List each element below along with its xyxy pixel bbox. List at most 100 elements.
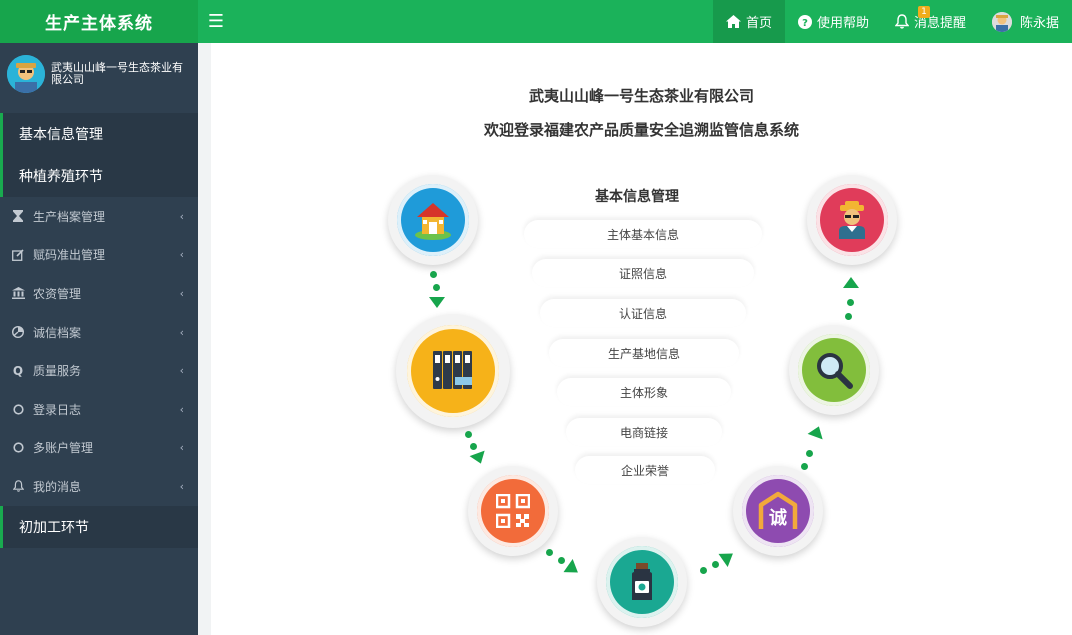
- flow-dot: [433, 284, 440, 291]
- bottle-icon: [606, 546, 678, 618]
- menu-item-label: 主体基本信息: [606, 227, 679, 242]
- flow-dot: [700, 567, 707, 574]
- sidebar-item-production-archive[interactable]: 生产档案管理 ‹: [0, 197, 198, 236]
- nav-help-label: 使用帮助: [816, 16, 869, 31]
- app-title: 生产主体系统: [0, 0, 198, 43]
- chevron-left-icon: ‹: [179, 248, 184, 262]
- binder-icon: [407, 325, 499, 417]
- menu-item-ecommerce[interactable]: 电商链接: [566, 418, 722, 446]
- nav-messages[interactable]: 消息提醒 1: [882, 0, 979, 43]
- flow-dot: [806, 450, 813, 457]
- menu-item-label: 主体形象: [619, 385, 668, 400]
- chevron-left-icon: ‹: [179, 479, 184, 493]
- section-processing[interactable]: 初加工环节: [0, 505, 198, 548]
- nav-home-label: 首页: [745, 16, 772, 31]
- farmer-icon: [816, 184, 888, 256]
- company-title: 武夷山山峰一号生态茶业有限公司: [528, 87, 754, 105]
- nav-help[interactable]: ? 使用帮助: [785, 0, 882, 43]
- hourglass-icon: [11, 210, 25, 223]
- flow-dot: [845, 313, 852, 320]
- question-icon: ?: [797, 14, 812, 29]
- chevron-left-icon: ‹: [179, 209, 184, 223]
- sidebar-item-label: 多账户管理: [33, 441, 94, 456]
- flow-dot: [847, 299, 854, 306]
- bell-icon: [894, 14, 909, 29]
- chevron-left-icon: ‹: [179, 286, 184, 300]
- nav-home[interactable]: 首页: [712, 0, 785, 43]
- integrity-icon: 诚: [742, 475, 814, 547]
- chevron-left-icon: ‹: [179, 441, 184, 455]
- arrow-right-icon: [563, 559, 583, 579]
- chevron-left-icon: ‹: [179, 402, 184, 416]
- sidebar-item-agri-supplies[interactable]: 农资管理 ‹: [0, 274, 198, 313]
- circle-subject[interactable]: [807, 175, 897, 265]
- integrity-char: 诚: [769, 508, 787, 529]
- flow-dot: [558, 557, 565, 564]
- home-icon: [725, 15, 741, 28]
- menu-item-license[interactable]: 证照信息: [532, 259, 754, 287]
- hamburger-icon[interactable]: ☰: [198, 0, 234, 43]
- sidebar-item-integrity[interactable]: 诚信档案 ‹: [0, 313, 198, 352]
- flow-dot: [712, 561, 719, 568]
- magnifier-icon: [798, 334, 870, 406]
- flow-dot: [430, 271, 437, 278]
- sidebar-item-label: 农资管理: [33, 286, 82, 301]
- menu-item-certification[interactable]: 认证信息: [540, 299, 746, 327]
- flow-dot: [470, 443, 477, 450]
- flow-dot: [801, 463, 808, 470]
- welcome-title: 欢迎登录福建农产品质量安全追溯监管信息系统: [483, 121, 799, 139]
- house-icon: [397, 184, 469, 256]
- menu-item-label: 证照信息: [618, 266, 667, 281]
- sidebar-item-quality[interactable]: Q 质量服务 ‹: [0, 351, 198, 390]
- arrow-down-icon: [429, 297, 445, 308]
- user-menu[interactable]: 陈永据: [979, 0, 1072, 43]
- qrcode-icon: [477, 475, 549, 547]
- sidebar-profile: 武夷山山峰一号生态茶业有限公司: [0, 43, 198, 105]
- top-navbar: ☰ 首页 ? 使用帮助 消息提醒 1 陈永据: [198, 0, 1072, 43]
- flow-dot: [465, 431, 472, 438]
- circle-quality[interactable]: [789, 325, 879, 415]
- circle-archive[interactable]: [396, 314, 510, 428]
- user-avatar: [991, 11, 1012, 32]
- sidebar-item-label: 登录日志: [33, 402, 82, 417]
- menu-item-honors[interactable]: 企业荣誉: [575, 456, 715, 484]
- menu-item-basic-info[interactable]: 主体基本信息: [524, 220, 762, 248]
- sidebar-item-my-messages[interactable]: 我的消息 ‹: [0, 467, 198, 506]
- sidebar-item-label: 质量服务: [33, 364, 82, 379]
- flow-dot: [546, 549, 553, 556]
- pie-chart-icon: [11, 326, 25, 339]
- arrow-up-icon: [807, 423, 827, 440]
- message-count-badge: 1: [917, 6, 930, 18]
- circle-qrcode[interactable]: [468, 466, 558, 556]
- circle-integrity[interactable]: 诚: [733, 466, 823, 556]
- chevron-left-icon: ‹: [179, 325, 184, 339]
- menu-title: 基本信息管理: [595, 189, 679, 205]
- svg-text:?: ?: [802, 18, 808, 29]
- sidebar-item-login-log[interactable]: 登录日志 ‹: [0, 390, 198, 429]
- edit-icon: [11, 249, 25, 261]
- menu-item-label: 认证信息: [618, 306, 667, 321]
- sidebar-item-label: 诚信档案: [33, 325, 82, 340]
- q-icon: Q: [12, 363, 24, 378]
- user-name: 陈永据: [1019, 16, 1059, 31]
- chevron-left-icon: ‹: [179, 364, 184, 378]
- circle-icon: [11, 404, 25, 415]
- arrow-right-icon: [718, 547, 738, 567]
- sidebar: 武夷山山峰一号生态茶业有限公司 基本信息管理 种植养殖环节 生产档案管理 ‹ 赋…: [0, 43, 198, 635]
- menu-item-image[interactable]: 主体形象: [557, 378, 731, 406]
- bell-icon: [11, 480, 25, 493]
- arrow-down-icon: [469, 450, 489, 467]
- section-basic-info[interactable]: 基本信息管理: [0, 113, 198, 155]
- sidebar-item-label: 生产档案管理: [33, 209, 106, 224]
- sidebar-item-label: 我的消息: [33, 479, 82, 494]
- section-planting[interactable]: 种植养殖环节: [0, 155, 198, 197]
- sidebar-item-coding[interactable]: 赋码准出管理 ‹: [0, 236, 198, 275]
- sidebar-item-multi-account[interactable]: 多账户管理 ‹: [0, 429, 198, 468]
- menu-item-label: 企业荣誉: [620, 463, 669, 478]
- circle-basic-info[interactable]: [388, 175, 478, 265]
- company-avatar: [7, 55, 45, 93]
- circle-product[interactable]: [597, 537, 687, 627]
- menu-item-production-base[interactable]: 生产基地信息: [549, 339, 739, 367]
- menu-item-label: 生产基地信息: [607, 346, 680, 361]
- sidebar-item-label: 赋码准出管理: [33, 248, 106, 263]
